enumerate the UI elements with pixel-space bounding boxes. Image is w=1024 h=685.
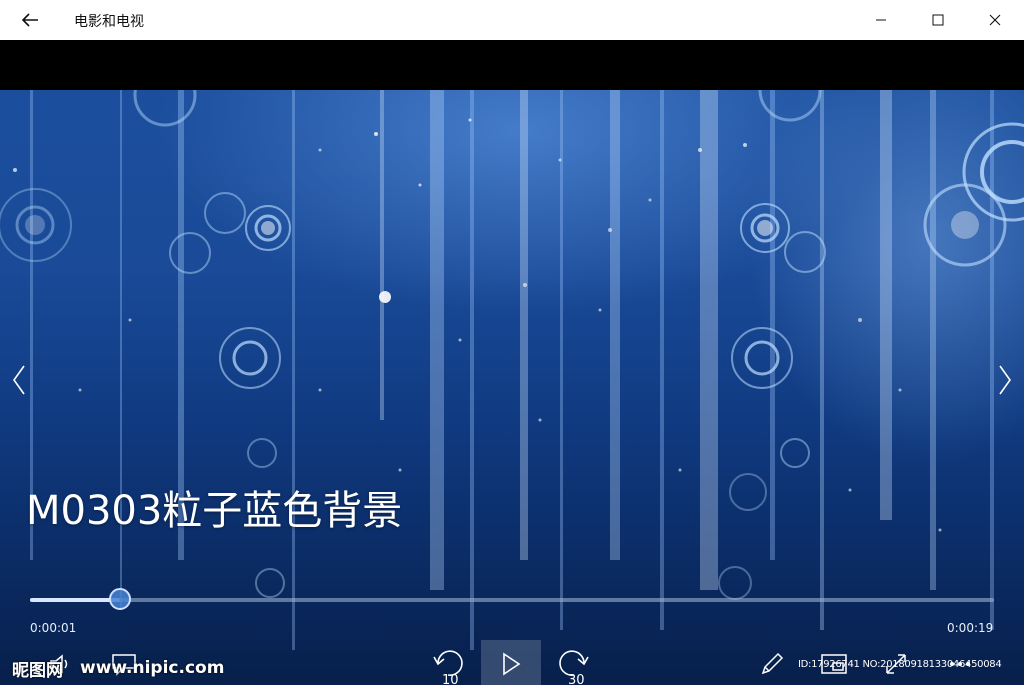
skip-back-button[interactable]: 10 xyxy=(428,643,468,685)
play-button[interactable] xyxy=(491,643,531,685)
skip-back-10-icon: 10 xyxy=(433,650,463,685)
edit-button[interactable] xyxy=(752,643,792,685)
close-button[interactable] xyxy=(966,0,1024,40)
video-title: M0303粒子蓝色背景 xyxy=(26,488,403,534)
watermark-url: www.nipic.com xyxy=(80,658,225,678)
arrow-left-icon xyxy=(21,13,38,27)
skip-back-seconds: 10 xyxy=(442,673,459,685)
elapsed-time: 0:00:01 xyxy=(30,621,77,635)
previous-button[interactable] xyxy=(4,360,34,400)
skip-forward-30-icon: 30 xyxy=(559,650,589,685)
seek-bar[interactable] xyxy=(30,598,994,602)
skip-forward-button[interactable]: 30 xyxy=(554,643,594,685)
maximize-icon xyxy=(932,14,944,26)
maximize-button[interactable] xyxy=(909,0,967,40)
seek-thumb[interactable] xyxy=(108,588,131,610)
close-icon xyxy=(989,14,1001,26)
watermark-id: ID:17926741 NO:20180918133046450084 xyxy=(798,659,1002,670)
pencil-icon xyxy=(761,652,784,675)
video-frame[interactable]: M0303粒子蓝色背景 0:00:01 0:00:19 10 30 昵图网 ww… xyxy=(0,90,1024,685)
video-background xyxy=(0,90,1024,650)
back-button[interactable] xyxy=(12,6,48,34)
minimize-button[interactable] xyxy=(852,0,910,40)
seek-bar-progress xyxy=(30,598,120,602)
next-button[interactable] xyxy=(990,360,1020,400)
total-time: 0:00:19 xyxy=(947,621,994,635)
chevron-right-icon xyxy=(999,365,1011,395)
minimize-icon xyxy=(876,19,886,21)
skip-forward-seconds: 30 xyxy=(568,673,585,685)
play-icon xyxy=(503,652,521,676)
chevron-left-icon xyxy=(13,365,25,395)
app-title: 电影和电视 xyxy=(74,14,144,30)
watermark-site-name: 昵图网 xyxy=(12,661,63,681)
title-bar: 电影和电视 xyxy=(0,0,1024,40)
letterbox-bar xyxy=(0,40,1024,90)
